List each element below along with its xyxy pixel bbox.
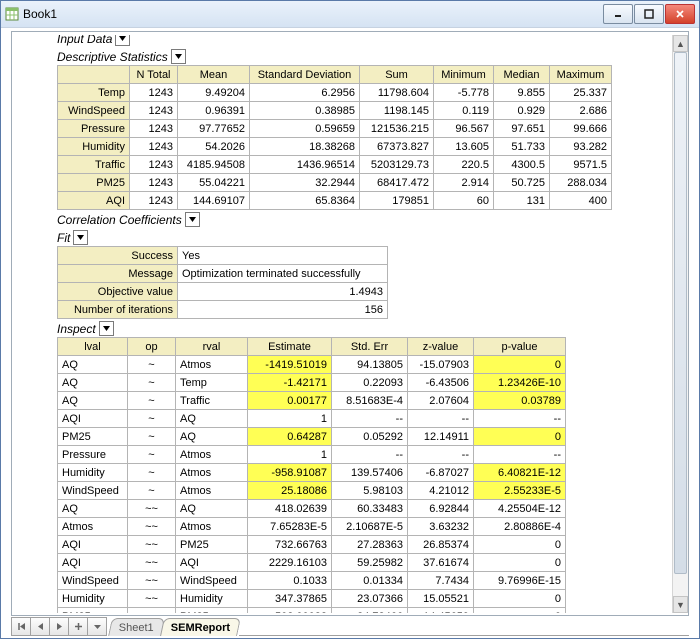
table-row: Traffic12434185.945081436.965145203129.7…	[58, 156, 612, 174]
section-inspect[interactable]: − Inspect	[57, 320, 672, 337]
table-row: PM25~AQ0.642870.0529212.149110	[58, 428, 566, 446]
column-header: Standard Deviation	[250, 66, 360, 84]
tab-sheet1[interactable]: Sheet1	[108, 618, 165, 636]
table-row: AQ~Temp-1.421710.22093-6.435061.23426E-1…	[58, 374, 566, 392]
next-sheet-button[interactable]	[50, 617, 69, 636]
maximize-button[interactable]	[634, 4, 664, 24]
first-sheet-button[interactable]	[11, 617, 31, 636]
table-row: MessageOptimization terminated successfu…	[58, 265, 388, 283]
dropdown-icon[interactable]	[115, 35, 130, 46]
section-correlation[interactable]: + Correlation Coefficients	[57, 211, 672, 228]
section-title: Fit	[57, 231, 70, 245]
table-row: SuccessYes	[58, 247, 388, 265]
column-header: Sum	[360, 66, 434, 84]
dropdown-icon[interactable]	[171, 49, 186, 64]
column-header: rval	[176, 338, 248, 356]
scrollbar-thumb[interactable]	[674, 52, 687, 574]
close-button[interactable]	[665, 4, 695, 24]
titlebar: Book1	[1, 1, 699, 28]
column-header: lval	[58, 338, 128, 356]
column-header: Median	[494, 66, 550, 84]
table-row: AQI~AQ1------	[58, 410, 566, 428]
dropdown-icon[interactable]	[73, 230, 88, 245]
section-fit[interactable]: − Fit	[57, 229, 672, 246]
table-row: Atmos~~Atmos7.65283E-52.10687E-53.632322…	[58, 518, 566, 536]
sheet-menu-button[interactable]	[88, 617, 107, 636]
column-header: p-value	[474, 338, 566, 356]
scroll-up-icon[interactable]: ▲	[673, 35, 688, 52]
table-row: AQ~Traffic0.001778.51683E-42.076040.0378…	[58, 392, 566, 410]
dropdown-icon[interactable]	[99, 321, 114, 336]
add-sheet-button[interactable]	[69, 617, 88, 636]
column-header: z-value	[408, 338, 474, 356]
sheet-tabs-bar: Sheet1 SEMReport	[11, 618, 689, 636]
column-header: Maximum	[550, 66, 612, 84]
table-row: WindSpeed~~WindSpeed0.10330.013347.74349…	[58, 572, 566, 590]
table-row: WindSpeed12430.963910.389851198.1450.119…	[58, 102, 612, 120]
table-row: Pressure~Atmos1------	[58, 446, 566, 464]
workbook-icon	[5, 7, 19, 21]
scroll-down-icon[interactable]: ▼	[673, 596, 688, 613]
table-row: Humidity~Atmos-958.91087139.57406-6.8702…	[58, 464, 566, 482]
table-row: AQI~~AQI2229.1610359.2598237.616740	[58, 554, 566, 572]
column-header: N Total	[130, 66, 178, 84]
table-row: Pressure124397.776520.59659121536.21596.…	[58, 120, 612, 138]
section-input-data[interactable]: + Input Data	[57, 35, 672, 47]
section-title: Input Data	[57, 35, 112, 46]
table-row: AQ~Atmos-1419.5101994.13805-15.079030	[58, 356, 566, 374]
prev-sheet-button[interactable]	[31, 617, 50, 636]
section-title: Inspect	[57, 322, 96, 336]
column-header: op	[128, 338, 176, 356]
table-row: AQI~~PM25732.6676327.2836326.853740	[58, 536, 566, 554]
table-row: Objective value1.4943	[58, 283, 388, 301]
inspect-table: lvaloprvalEstimateStd. Errz-valuep-value…	[57, 337, 566, 613]
fit-table: SuccessYesMessageOptimization terminated…	[57, 246, 388, 319]
section-title: Correlation Coefficients	[57, 213, 182, 227]
descriptive-stats-table: N TotalMeanStandard DeviationSumMinimumM…	[57, 65, 612, 210]
column-header: Std. Err	[332, 338, 408, 356]
minimize-button[interactable]	[603, 4, 633, 24]
table-row: Temp12439.492046.295611798.604-5.7789.85…	[58, 84, 612, 102]
table-row: AQ~~AQ418.0263960.334836.928444.25504E-1…	[58, 500, 566, 518]
vertical-scrollbar[interactable]: ▲ ▼	[672, 35, 688, 613]
table-row: PM25124355.0422132.294468417.4722.91450.…	[58, 174, 612, 192]
table-row: AQI1243144.6910765.836417985160131400	[58, 192, 612, 210]
section-descriptive-stats[interactable]: − Descriptive Statistics	[57, 48, 672, 65]
column-header: Mean	[178, 66, 250, 84]
column-header: Estimate	[248, 338, 332, 356]
report-scroll-area: + Input Data − Descriptive Statistics	[57, 35, 672, 613]
dropdown-icon[interactable]	[185, 212, 200, 227]
table-row: Humidity124354.202618.3826867373.82713.6…	[58, 138, 612, 156]
table-row: WindSpeed~Atmos25.180865.981034.210122.5…	[58, 482, 566, 500]
table-row: Number of iterations156	[58, 301, 388, 319]
section-title: Descriptive Statistics	[57, 50, 168, 64]
column-header: Minimum	[434, 66, 494, 84]
window-title: Book1	[23, 7, 57, 21]
table-row: Humidity~~Humidity347.3786523.0736615.05…	[58, 590, 566, 608]
table-row: PM25~~PM25502.0003234.7246614.456590	[58, 608, 566, 614]
tab-semreport[interactable]: SEMReport	[160, 618, 241, 636]
